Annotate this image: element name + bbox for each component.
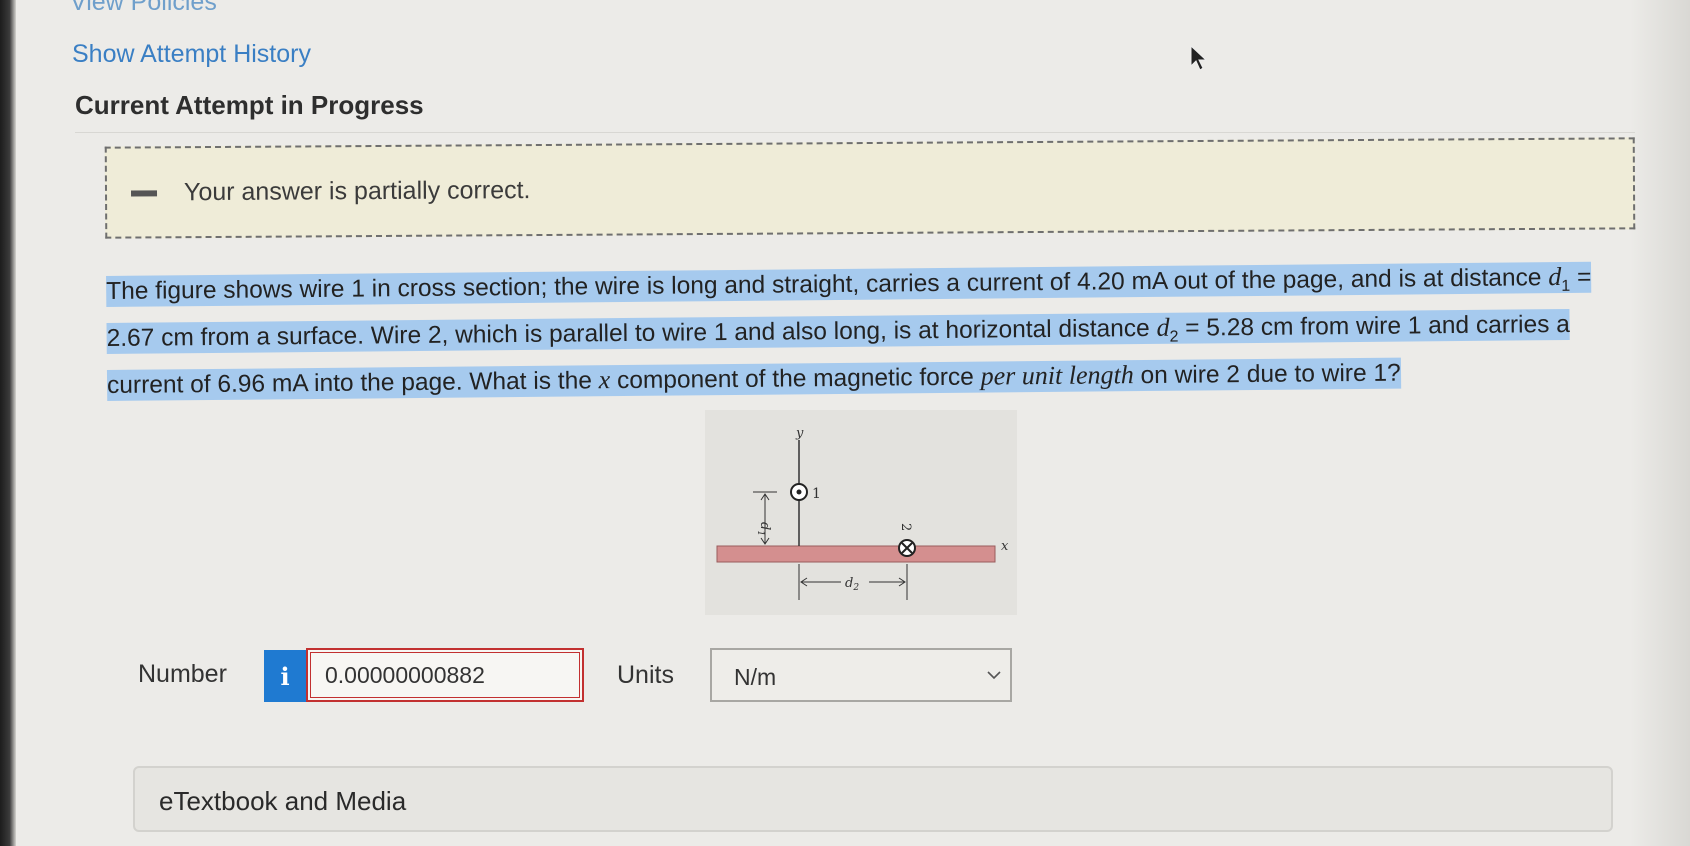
number-label: Number [138, 660, 227, 688]
question-part-4: component of the magnetic force [610, 363, 981, 394]
wire-figure: y x 1 d1 2 d2 [705, 410, 1017, 615]
etextbook-media-section[interactable]: eTextbook and Media [133, 766, 1613, 832]
units-label: Units [617, 661, 674, 689]
wire1-dot [796, 489, 802, 495]
d1-symbol: d [1548, 262, 1562, 292]
d2-subscript: 2 [1169, 328, 1179, 346]
chevron-down-icon [987, 671, 1001, 680]
view-policies-link[interactable]: View Policies [70, 0, 217, 17]
units-dropdown[interactable]: N/m [710, 648, 1012, 702]
current-attempt-heading: Current Attempt in Progress [75, 90, 424, 120]
mouse-pointer-icon [1190, 44, 1208, 71]
show-attempt-history-link[interactable]: Show Attempt History [72, 40, 311, 69]
screen-right-shade [1630, 0, 1690, 846]
question-part-6: on wire 2 due to wire 1? [1133, 359, 1401, 389]
d2-symbol: d [1156, 312, 1170, 342]
wire1-label: 1 [812, 486, 821, 502]
per-unit-length-italic: per unit length [980, 359, 1134, 391]
etextbook-label: eTextbook and Media [159, 786, 407, 816]
feedback-text: Your answer is partially correct. [183, 176, 531, 207]
number-answer-input[interactable] [306, 648, 584, 702]
x-symbol: x [598, 364, 611, 395]
d2-label: d2 [845, 576, 859, 593]
wire2-label: 2 [898, 523, 913, 531]
screen-edge-shadow [0, 0, 16, 846]
feedback-banner: Your answer is partially correct. [104, 137, 1636, 239]
d1-subscript: 1 [1561, 277, 1571, 295]
question-part-1: The figure shows wire 1 in cross section… [106, 264, 1549, 305]
minus-icon [131, 190, 158, 197]
x-axis-label: x [1001, 539, 1009, 554]
y-axis-label: y [795, 426, 804, 441]
section-divider [75, 132, 1635, 133]
info-icon-button[interactable]: i [264, 650, 306, 702]
d1-label: d1 [755, 522, 772, 536]
question-text: The figure shows wire 1 in cross section… [106, 257, 1629, 403]
surface-strip [716, 545, 996, 563]
wire-diagram: y x 1 d1 2 d2 [716, 426, 1009, 600]
units-selected-value: N/m [734, 664, 777, 690]
